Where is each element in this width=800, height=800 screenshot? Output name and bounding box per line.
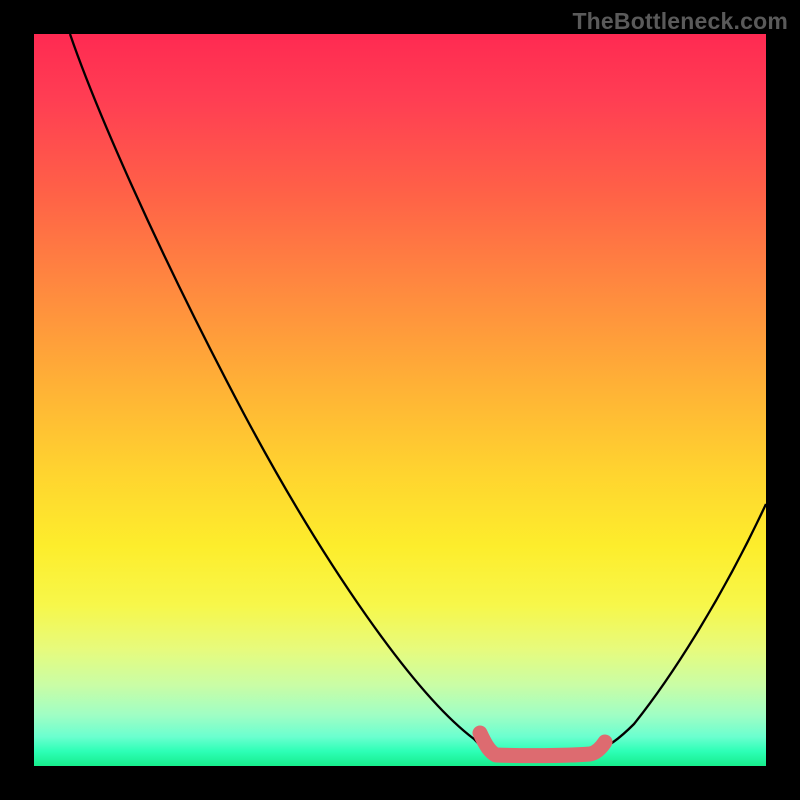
chart-container: TheBottleneck.com [0,0,800,800]
chart-svg [34,34,766,766]
plot-area [34,34,766,766]
bottleneck-curve [70,34,766,757]
watermark-text: TheBottleneck.com [572,8,788,35]
optimal-segment [480,733,605,756]
